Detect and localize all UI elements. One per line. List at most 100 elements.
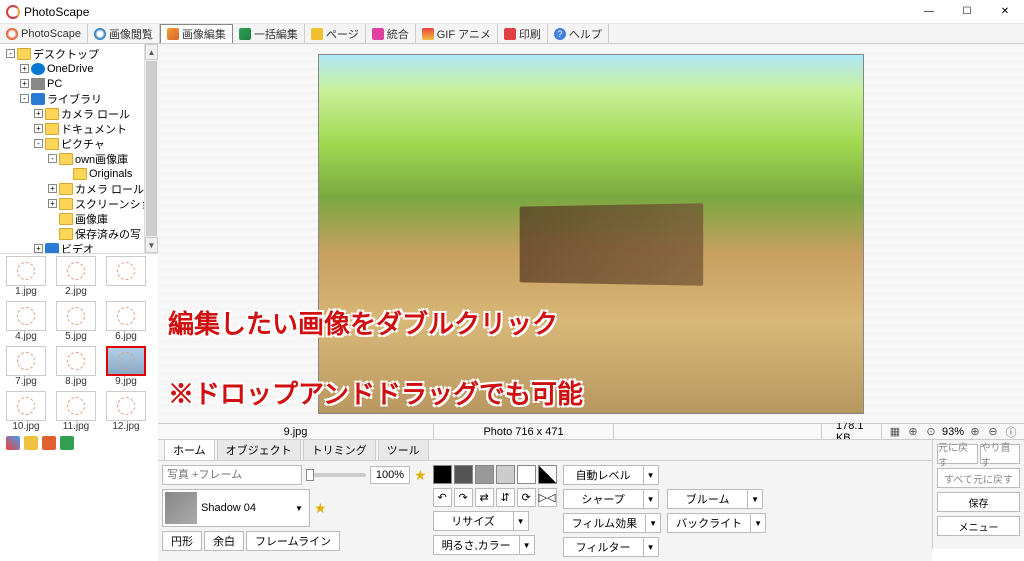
palette-frame-icon[interactable] bbox=[42, 436, 56, 450]
tree-collapse-icon[interactable]: - bbox=[34, 139, 43, 148]
flip-v-icon[interactable]: ⇵ bbox=[496, 488, 515, 507]
rotate-left-icon[interactable]: ↶ bbox=[433, 488, 452, 507]
undo-button[interactable]: 元に戻す bbox=[937, 444, 978, 464]
thumbnail-image[interactable] bbox=[56, 346, 96, 376]
redo-button[interactable]: やり直す bbox=[980, 444, 1021, 464]
free-rotate-icon[interactable]: ⟳ bbox=[517, 488, 536, 507]
tree-node[interactable]: +OneDrive bbox=[2, 61, 156, 76]
thumbnail[interactable]: 7.jpg bbox=[6, 346, 46, 387]
tab-help[interactable]: ?ヘルプ bbox=[548, 24, 609, 43]
tree-node[interactable]: 画像庫 bbox=[2, 211, 156, 226]
swatch-checker[interactable] bbox=[538, 465, 557, 484]
thumbnail-image[interactable] bbox=[106, 391, 146, 421]
tree-expand-icon[interactable]: + bbox=[20, 64, 29, 73]
tab-tool[interactable]: ツール bbox=[378, 439, 429, 460]
sharpen-button[interactable]: シャープ bbox=[563, 489, 643, 509]
tree-node[interactable]: +カメラ ロール bbox=[2, 106, 156, 121]
scroll-down-arrow[interactable]: ▼ bbox=[145, 237, 158, 253]
maximize-button[interactable]: ☐ bbox=[948, 0, 986, 23]
frameline-button[interactable]: フレームライン bbox=[246, 531, 340, 551]
minimize-button[interactable]: — bbox=[910, 0, 948, 23]
thumbnail-image[interactable] bbox=[106, 256, 146, 286]
autolevel-button[interactable]: 自動レベル bbox=[563, 465, 643, 485]
tab-home[interactable]: ホーム bbox=[164, 439, 215, 460]
rotate-right-icon[interactable]: ↷ bbox=[454, 488, 473, 507]
palette-shape-icon[interactable] bbox=[60, 436, 74, 450]
shadow-select[interactable]: Shadow 04 ▼ bbox=[162, 489, 310, 527]
filter-button[interactable]: フィルター bbox=[563, 537, 643, 557]
canvas-viewport[interactable]: 編集したい画像をダブルクリック ※ドロップアンドドラッグでも可能 bbox=[158, 44, 1024, 423]
tree-node[interactable]: -ライブラリ bbox=[2, 91, 156, 106]
thumbnail[interactable] bbox=[106, 256, 146, 297]
thumbnail-image[interactable] bbox=[56, 391, 96, 421]
thumbnail-image[interactable] bbox=[6, 256, 46, 286]
tab-batch[interactable]: 一括編集 bbox=[233, 24, 305, 43]
thumbnail-image[interactable] bbox=[6, 346, 46, 376]
thumbnail-image[interactable] bbox=[56, 301, 96, 331]
palette-color-icon[interactable] bbox=[6, 436, 20, 450]
canvas-image[interactable] bbox=[318, 54, 864, 414]
filter-dropdown[interactable]: ▼ bbox=[643, 537, 659, 557]
tab-page[interactable]: ページ bbox=[305, 24, 366, 43]
swatch-gray-dark[interactable] bbox=[454, 465, 473, 484]
straighten-icon[interactable]: ▷◁ bbox=[538, 488, 557, 507]
star-icon-2[interactable]: ★ bbox=[314, 500, 327, 517]
thumbnail[interactable]: 8.jpg bbox=[56, 346, 96, 387]
menu-button[interactable]: メニュー bbox=[937, 516, 1020, 536]
tab-object[interactable]: オブジェクト bbox=[217, 439, 301, 460]
resize-dropdown[interactable]: ▼ bbox=[513, 511, 529, 531]
film-button[interactable]: フィルム効果 bbox=[563, 513, 646, 533]
tree-expand-icon[interactable]: + bbox=[34, 109, 43, 118]
tab-gif[interactable]: GIF アニメ bbox=[416, 24, 498, 43]
tree-collapse-icon[interactable]: - bbox=[6, 49, 15, 58]
palette-star-icon[interactable] bbox=[24, 436, 38, 450]
tab-print[interactable]: 印刷 bbox=[498, 24, 548, 43]
backlight-dropdown[interactable]: ▼ bbox=[750, 513, 766, 533]
thumbnail-image[interactable] bbox=[6, 391, 46, 421]
scroll-up-arrow[interactable]: ▲ bbox=[145, 44, 158, 60]
thumbnail-image[interactable] bbox=[56, 256, 96, 286]
checker-icon[interactable]: ▦ bbox=[888, 425, 902, 439]
autolevel-dropdown[interactable]: ▼ bbox=[643, 465, 659, 485]
tree-node[interactable]: Originals bbox=[2, 166, 156, 181]
tree-expand-icon[interactable]: + bbox=[48, 199, 57, 208]
tree-collapse-icon[interactable]: - bbox=[20, 94, 29, 103]
thumbnail[interactable]: 5.jpg bbox=[56, 301, 96, 342]
swatch-white[interactable] bbox=[517, 465, 536, 484]
zoom-in-icon[interactable]: ⊕ bbox=[968, 425, 982, 439]
backlight-button[interactable]: バックライト bbox=[667, 513, 750, 533]
thumbnail[interactable]: 12.jpg bbox=[106, 391, 146, 432]
tree-node[interactable]: +スクリーンショ bbox=[2, 196, 156, 211]
brightness-button[interactable]: 明るさ,カラー bbox=[433, 535, 519, 555]
thumbnail[interactable]: 2.jpg bbox=[56, 256, 96, 297]
frame-input[interactable] bbox=[162, 465, 302, 485]
undo-all-button[interactable]: すべて元に戻す bbox=[937, 468, 1020, 488]
save-button[interactable]: 保存 bbox=[937, 492, 1020, 512]
tree-node[interactable]: +ビデオ bbox=[2, 241, 156, 254]
tree-expand-icon[interactable]: + bbox=[34, 124, 43, 133]
resize-button[interactable]: リサイズ bbox=[433, 511, 513, 531]
zoom-actual-icon[interactable]: ⊙ bbox=[924, 425, 938, 439]
tab-combine[interactable]: 統合 bbox=[366, 24, 416, 43]
close-button[interactable]: ✕ bbox=[986, 0, 1024, 23]
tree-node[interactable]: +ドキュメント bbox=[2, 121, 156, 136]
tree-node[interactable]: -ピクチャ bbox=[2, 136, 156, 151]
margin-button[interactable]: 余白 bbox=[204, 531, 244, 551]
tree-collapse-icon[interactable]: - bbox=[48, 154, 57, 163]
tree-expand-icon[interactable]: + bbox=[20, 79, 29, 88]
thumbnail-image[interactable] bbox=[106, 301, 146, 331]
swatch-gray-light[interactable] bbox=[496, 465, 515, 484]
tree-node[interactable]: -own画像庫 bbox=[2, 151, 156, 166]
tree-node[interactable]: -デスクトップ bbox=[2, 46, 156, 61]
thumbnail-image[interactable] bbox=[6, 301, 46, 331]
star-icon[interactable]: ★ bbox=[414, 467, 427, 484]
thumbnail[interactable]: 6.jpg bbox=[106, 301, 146, 342]
brightness-dropdown[interactable]: ▼ bbox=[519, 535, 535, 555]
thumbnail[interactable]: 10.jpg bbox=[6, 391, 46, 432]
thumbnail[interactable]: 1.jpg bbox=[6, 256, 46, 297]
opacity-slider[interactable] bbox=[306, 473, 366, 477]
tree-expand-icon[interactable]: + bbox=[48, 184, 57, 193]
zoom-fit-icon[interactable]: ⊕ bbox=[906, 425, 920, 439]
info-icon[interactable]: ⓘ bbox=[1004, 425, 1018, 439]
bloom-button[interactable]: ブルーム bbox=[667, 489, 747, 509]
